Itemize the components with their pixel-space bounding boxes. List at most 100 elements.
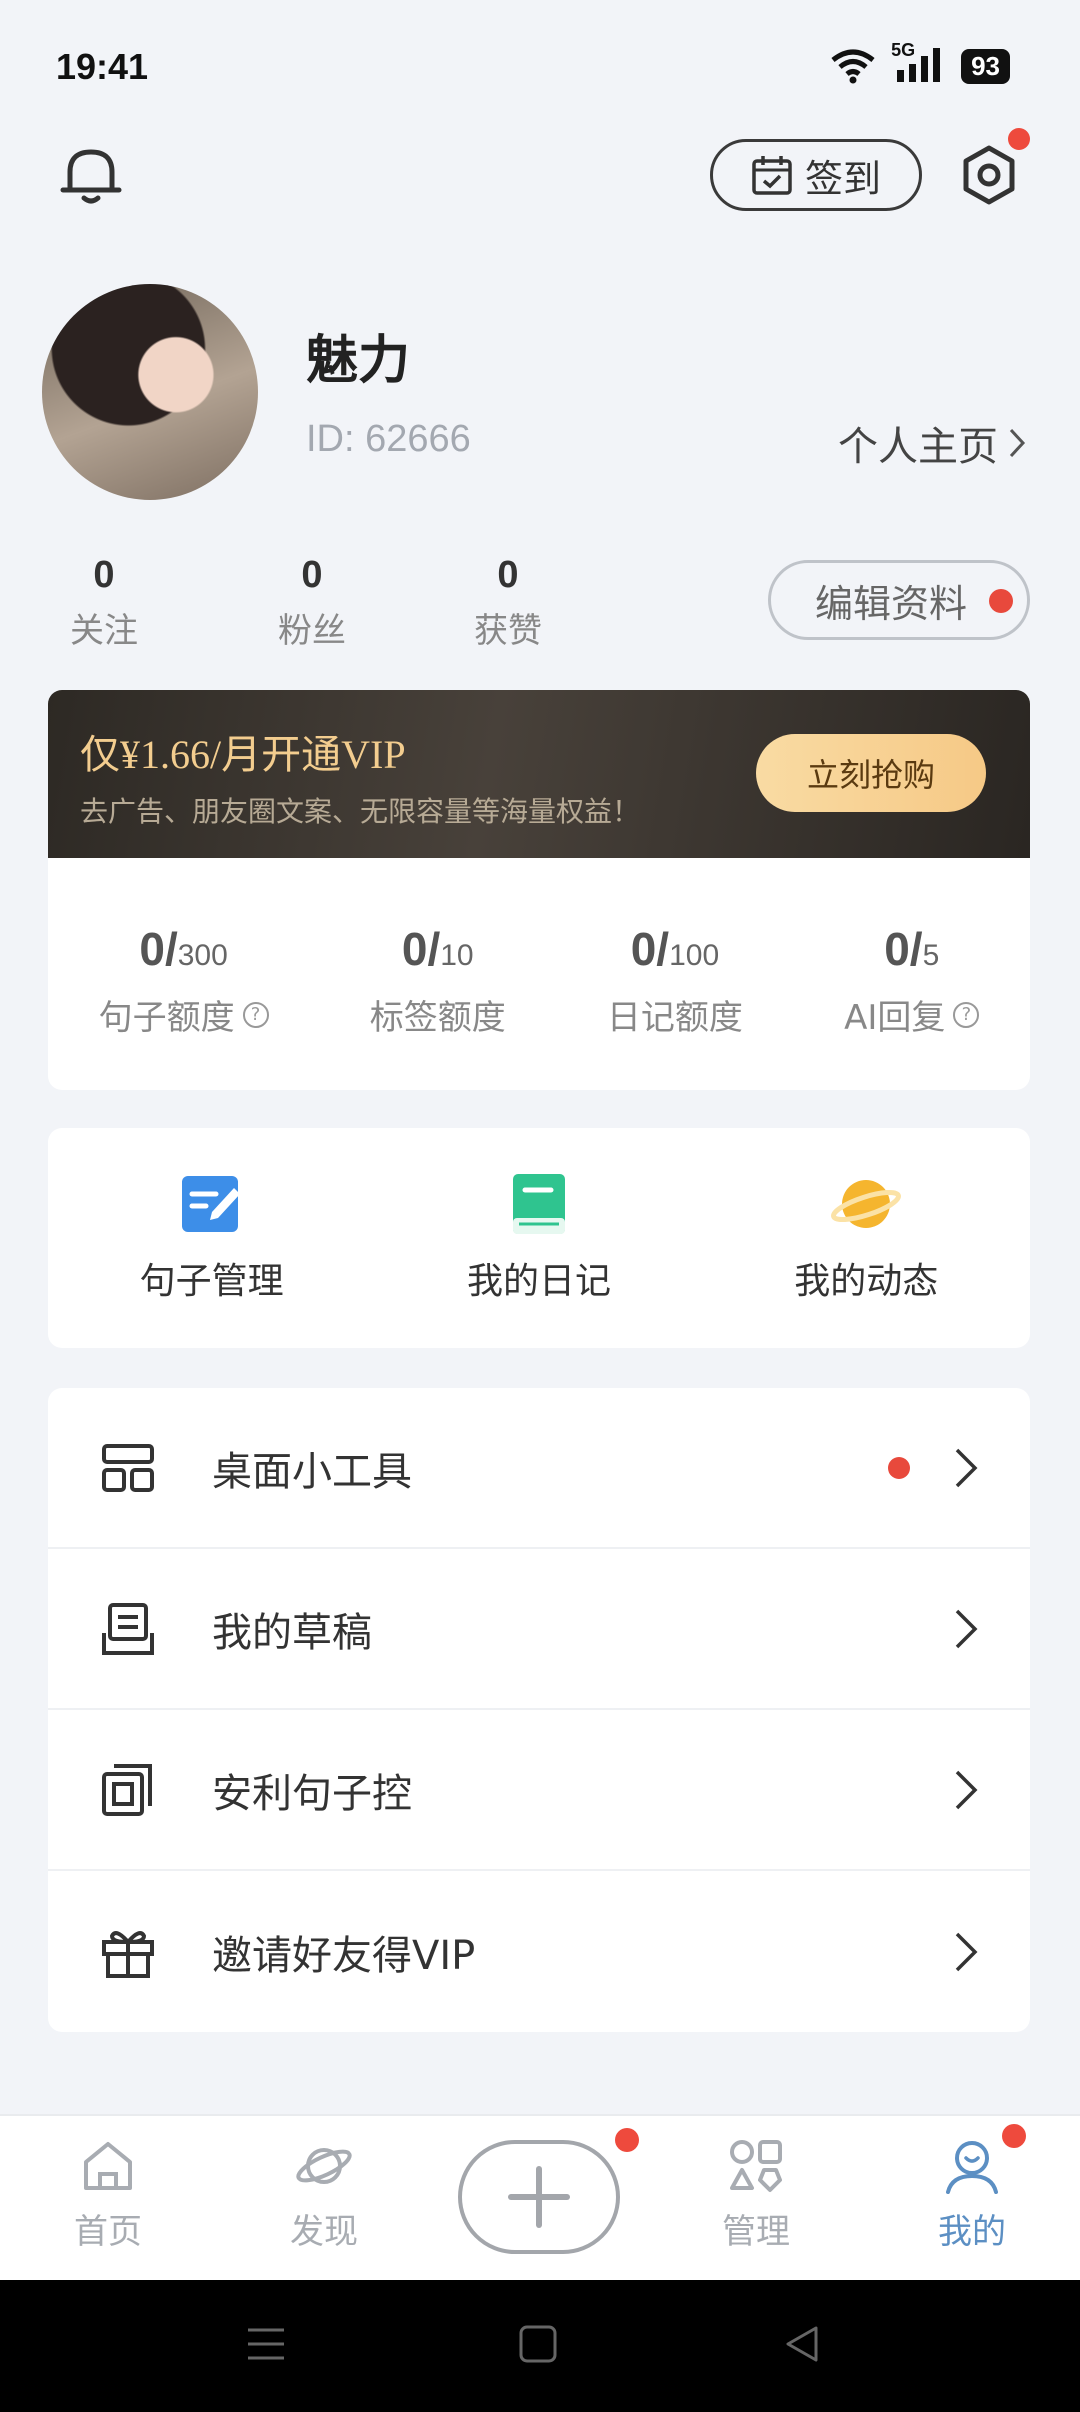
checkin-button[interactable]: 签到 [710,139,922,211]
quota-tag[interactable]: 0/10 标签额度 [370,922,506,1039]
stat-label: 获赞 [474,611,542,651]
nav-label: 我的 [938,2212,1006,2252]
wifi-icon [831,49,875,84]
settings-button[interactable] [954,128,1030,210]
nav-home[interactable]: 首页 [48,2136,168,2253]
menu-label: 我的草稿 [212,1609,372,1656]
menu-label: 桌面小工具 [212,1448,412,1495]
chevron-right-icon [955,1932,978,1971]
planet-icon [831,1180,902,1228]
quota-used: 0/ [401,923,441,975]
shortcut-label: 我的日记 [466,1261,611,1302]
edit-profile-button[interactable]: 编辑资料 [768,560,1030,640]
profile-badge-dot [1002,2124,1026,2148]
draft-icon [102,1602,154,1655]
share-icon [102,1763,152,1816]
quota-total: 5 [922,939,940,972]
edit-profile-badge-dot [989,589,1013,613]
quota-label: 句子额度 [98,998,235,1038]
status-time: 19:41 [56,46,149,87]
shortcut-sentence-manage[interactable]: 句子管理 [92,1172,332,1304]
quota-label: 标签额度 [369,998,506,1038]
menu-item-my-drafts[interactable]: 我的草稿 [48,1549,1030,1710]
status-icons: 5G 93 [829,40,1010,86]
vip-subtitle: 去广告、朋友圈文案、无限容量等海量权益！ [80,797,641,828]
help-icon[interactable]: ? [242,1001,269,1028]
chevron-right-icon [1009,428,1026,458]
stat-likes[interactable]: 0 获赞 [448,554,568,652]
quota-total: 10 [440,939,474,972]
menu-item-desktop-widget[interactable]: 桌面小工具 [48,1388,1030,1549]
stat-label: 粉丝 [278,611,346,651]
stat-fans[interactable]: 0 粉丝 [252,554,372,652]
back-triangle-icon[interactable] [782,2324,822,2364]
gear-icon [963,145,1015,205]
homepage-label: 个人主页 [838,424,998,470]
menu-list: 桌面小工具 我的草稿 安利句子控 邀请好友得VIP [48,1388,1030,2032]
recent-apps-icon[interactable] [246,2324,286,2364]
diary-book-icon [512,1174,565,1234]
shortcut-card: 句子管理 我的日记 我的动态 [48,1128,1030,1348]
username: 魅力 [306,331,411,391]
vip-banner[interactable]: 仅¥1.66/月开通VIP 去广告、朋友圈文案、无限容量等海量权益！ 立刻抢购 [48,690,1030,858]
help-icon[interactable]: ? [953,1001,980,1028]
create-post-button[interactable] [458,2140,620,2254]
menu-label: 邀请好友得VIP [212,1932,476,1979]
menu-item-recommend-app[interactable]: 安利句子控 [48,1710,1030,1871]
vip-card: 仅¥1.66/月开通VIP 去广告、朋友圈文案、无限容量等海量权益！ 立刻抢购 … [48,690,1030,1090]
signal-5g-icon: 5G [891,40,947,86]
quota-label: 日记额度 [606,998,743,1038]
battery-indicator: 93 [961,48,1010,84]
system-nav-bar [0,2280,1080,2412]
shortcut-label: 我的动态 [794,1261,939,1302]
nav-label: 管理 [722,2212,790,2252]
menu-badge-dot [888,1456,910,1479]
avatar[interactable] [42,284,258,500]
personal-homepage-link[interactable]: 个人主页 [838,414,1026,472]
shortcut-my-moments[interactable]: 我的动态 [746,1172,986,1304]
stat-label: 关注 [70,611,138,651]
quota-used: 0/ [630,923,670,975]
quota-total: 300 [177,939,228,972]
home-square-icon[interactable] [518,2324,558,2364]
edit-note-icon [181,1176,240,1232]
profile-icon [946,2141,998,2194]
nav-label: 发现 [290,2212,358,2252]
user-id: ID: 62666 [306,418,471,460]
nav-manage[interactable]: 管理 [696,2136,816,2253]
nav-profile[interactable]: 我的 [912,2136,1032,2253]
quota-used: 0/ [884,923,923,975]
quota-row: 0/300 句子额度? 0/10 标签额度 0/100 日记额度 0/5 AI回… [48,858,1030,1039]
manage-icon [730,2140,782,2192]
edit-profile-label: 编辑资料 [815,581,968,626]
shortcut-my-diary[interactable]: 我的日记 [419,1172,659,1304]
menu-item-invite-friends[interactable]: 邀请好友得VIP [48,1871,1030,2032]
quota-sentence[interactable]: 0/300 句子额度? [99,922,269,1039]
stat-value: 0 [301,554,323,596]
chevron-right-icon [955,1770,978,1809]
quota-diary[interactable]: 0/100 日记额度 [607,922,743,1039]
calendar-check-icon [752,156,792,195]
discover-icon [296,2148,352,2184]
stat-following[interactable]: 0 关注 [44,554,164,652]
stat-value: 0 [93,554,115,596]
bell-icon [60,149,122,204]
quota-used: 0/ [139,923,178,975]
menu-label: 安利句子控 [212,1770,412,1817]
stat-value: 0 [497,554,519,596]
quota-label: AI回复 [844,998,946,1038]
nav-discover[interactable]: 发现 [264,2136,384,2253]
quota-ai-reply[interactable]: 0/5 AI回复? [844,922,980,1039]
notification-bell-button[interactable] [58,142,124,208]
settings-badge-dot [1008,128,1030,150]
widget-icon [102,1443,154,1492]
plus-icon [508,2166,570,2228]
vip-title: 仅¥1.66/月开通VIP [80,732,406,777]
checkin-label: 签到 [804,156,881,201]
gift-icon [102,1930,154,1978]
buy-now-button[interactable]: 立刻抢购 [756,734,986,812]
chevron-right-icon [955,1609,978,1648]
nav-label: 首页 [74,2212,142,2252]
chevron-right-icon [955,1448,978,1487]
shortcut-label: 句子管理 [139,1261,284,1302]
